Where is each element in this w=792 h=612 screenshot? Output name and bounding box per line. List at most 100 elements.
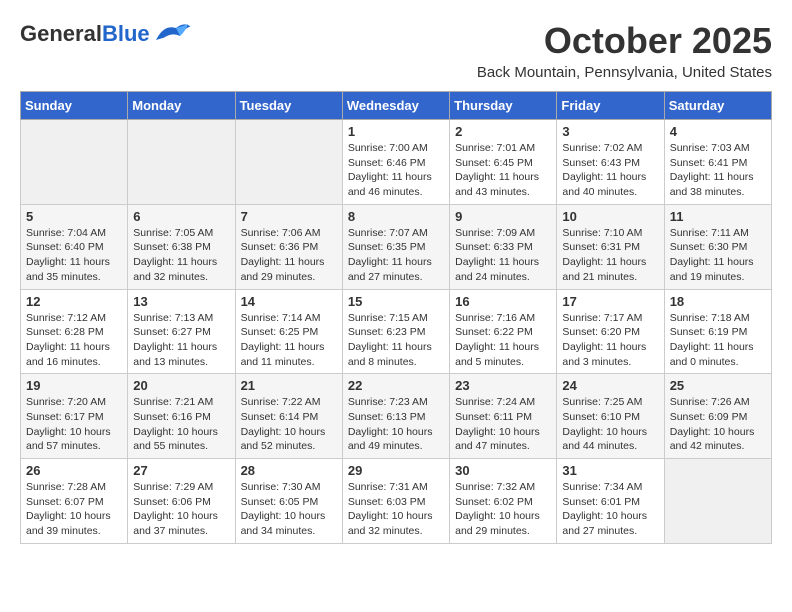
table-row: 6 Sunrise: 7:05 AM Sunset: 6:38 PM Daylig… [128, 204, 235, 289]
day-number: 22 [348, 378, 444, 393]
day-info: Sunrise: 7:02 AM Sunset: 6:43 PM Dayligh… [562, 141, 658, 200]
table-row: 30Sunrise: 7:32 AM Sunset: 6:02 PM Dayli… [450, 459, 557, 544]
day-number: 28 [241, 463, 337, 478]
table-row: 8Sunrise: 7:07 AM Sunset: 6:35 PM Daylig… [342, 204, 449, 289]
table-row: 23 Sunrise: 7:24 AM Sunset: 6:11 PM Dayli… [450, 374, 557, 459]
day-info: Sunrise: 7:14 AM Sunset: 6:25 PM Dayligh… [241, 311, 337, 370]
table-row [128, 120, 235, 205]
day-number: 3 [562, 124, 658, 139]
page-container: GeneralBlue October 2025 Back Mountain, … [0, 0, 792, 554]
day-number: 20 [133, 378, 229, 393]
logo: GeneralBlue [20, 20, 192, 48]
location: Back Mountain, Pennsylvania, United Stat… [477, 64, 772, 81]
table-row: 9Sunrise: 7:09 AM Sunset: 6:33 PM Daylig… [450, 204, 557, 289]
day-info: Sunrise: 7:01 AM Sunset: 6:45 PM Dayligh… [455, 141, 551, 200]
table-row: 21 Sunrise: 7:22 AM Sunset: 6:14 PM Dayli… [235, 374, 342, 459]
day-info: Sunrise: 7:16 AM Sunset: 6:22 PM Dayligh… [455, 311, 551, 370]
table-row: 17 Sunrise: 7:17 AM Sunset: 6:20 PM Dayli… [557, 289, 664, 374]
table-row: 11Sunrise: 7:11 AM Sunset: 6:30 PM Dayli… [664, 204, 771, 289]
day-info: Sunrise: 7:13 AM Sunset: 6:27 PM Dayligh… [133, 311, 229, 370]
day-number: 14 [241, 294, 337, 309]
day-number: 17 [562, 294, 658, 309]
day-info: Sunrise: 7:00 AM Sunset: 6:46 PM Dayligh… [348, 141, 444, 200]
day-info: Sunrise: 7:04 AM Sunset: 6:40 PM Dayligh… [26, 226, 122, 285]
logo-bird-icon [152, 20, 192, 48]
logo-blue: Blue [102, 21, 150, 46]
col-thursday: Thursday [450, 92, 557, 120]
table-row: 15 Sunrise: 7:15 AM Sunset: 6:23 PM Dayli… [342, 289, 449, 374]
day-number: 19 [26, 378, 122, 393]
day-info: Sunrise: 7:30 AM Sunset: 6:05 PM Dayligh… [241, 480, 337, 539]
table-row: 2Sunrise: 7:01 AM Sunset: 6:45 PM Daylig… [450, 120, 557, 205]
day-number: 16 [455, 294, 551, 309]
table-row: 24Sunrise: 7:25 AM Sunset: 6:10 PM Dayli… [557, 374, 664, 459]
day-info: Sunrise: 7:06 AM Sunset: 6:36 PM Dayligh… [241, 226, 337, 285]
header: GeneralBlue October 2025 Back Mountain, … [20, 20, 772, 81]
col-monday: Monday [128, 92, 235, 120]
table-row: 20 Sunrise: 7:21 AM Sunset: 6:16 PM Dayli… [128, 374, 235, 459]
logo-general: General [20, 21, 102, 46]
table-row: 7Sunrise: 7:06 AM Sunset: 6:36 PM Daylig… [235, 204, 342, 289]
col-friday: Friday [557, 92, 664, 120]
calendar-body: 1 Sunrise: 7:00 AM Sunset: 6:46 PM Daylig… [21, 120, 772, 544]
day-info: Sunrise: 7:07 AM Sunset: 6:35 PM Dayligh… [348, 226, 444, 285]
day-number: 27 [133, 463, 229, 478]
table-row: 4 Sunrise: 7:03 AM Sunset: 6:41 PM Daylig… [664, 120, 771, 205]
day-info: Sunrise: 7:05 AM Sunset: 6:38 PM Dayligh… [133, 226, 229, 285]
col-sunday: Sunday [21, 92, 128, 120]
day-info: Sunrise: 7:23 AM Sunset: 6:13 PM Dayligh… [348, 395, 444, 454]
day-number: 5 [26, 209, 122, 224]
day-info: Sunrise: 7:34 AM Sunset: 6:01 PM Dayligh… [562, 480, 658, 539]
day-number: 29 [348, 463, 444, 478]
day-info: Sunrise: 7:15 AM Sunset: 6:23 PM Dayligh… [348, 311, 444, 370]
table-row [21, 120, 128, 205]
day-info: Sunrise: 7:28 AM Sunset: 6:07 PM Dayligh… [26, 480, 122, 539]
day-number: 6 [133, 209, 229, 224]
table-row: 27 Sunrise: 7:29 AM Sunset: 6:06 PM Dayli… [128, 459, 235, 544]
table-row: 10Sunrise: 7:10 AM Sunset: 6:31 PM Dayli… [557, 204, 664, 289]
day-number: 15 [348, 294, 444, 309]
calendar-row: 5 Sunrise: 7:04 AM Sunset: 6:40 PM Daylig… [21, 204, 772, 289]
day-info: Sunrise: 7:29 AM Sunset: 6:06 PM Dayligh… [133, 480, 229, 539]
day-number: 12 [26, 294, 122, 309]
day-info: Sunrise: 7:11 AM Sunset: 6:30 PM Dayligh… [670, 226, 766, 285]
table-row: 28 Sunrise: 7:30 AM Sunset: 6:05 PM Dayli… [235, 459, 342, 544]
table-row [235, 120, 342, 205]
day-number: 4 [670, 124, 766, 139]
table-row: 1 Sunrise: 7:00 AM Sunset: 6:46 PM Daylig… [342, 120, 449, 205]
day-info: Sunrise: 7:24 AM Sunset: 6:11 PM Dayligh… [455, 395, 551, 454]
col-wednesday: Wednesday [342, 92, 449, 120]
day-info: Sunrise: 7:03 AM Sunset: 6:41 PM Dayligh… [670, 141, 766, 200]
day-info: Sunrise: 7:21 AM Sunset: 6:16 PM Dayligh… [133, 395, 229, 454]
calendar-row: 12 Sunrise: 7:12 AM Sunset: 6:28 PM Dayli… [21, 289, 772, 374]
day-info: Sunrise: 7:31 AM Sunset: 6:03 PM Dayligh… [348, 480, 444, 539]
day-info: Sunrise: 7:32 AM Sunset: 6:02 PM Dayligh… [455, 480, 551, 539]
day-number: 25 [670, 378, 766, 393]
table-row: 12 Sunrise: 7:12 AM Sunset: 6:28 PM Dayli… [21, 289, 128, 374]
col-tuesday: Tuesday [235, 92, 342, 120]
day-number: 1 [348, 124, 444, 139]
calendar-table: Sunday Monday Tuesday Wednesday Thursday… [20, 91, 772, 544]
day-info: Sunrise: 7:10 AM Sunset: 6:31 PM Dayligh… [562, 226, 658, 285]
day-number: 31 [562, 463, 658, 478]
day-number: 26 [26, 463, 122, 478]
day-number: 23 [455, 378, 551, 393]
day-number: 21 [241, 378, 337, 393]
table-row: 31 Sunrise: 7:34 AM Sunset: 6:01 PM Dayli… [557, 459, 664, 544]
day-info: Sunrise: 7:22 AM Sunset: 6:14 PM Dayligh… [241, 395, 337, 454]
table-row: 13 Sunrise: 7:13 AM Sunset: 6:27 PM Dayli… [128, 289, 235, 374]
day-info: Sunrise: 7:17 AM Sunset: 6:20 PM Dayligh… [562, 311, 658, 370]
table-row: 18Sunrise: 7:18 AM Sunset: 6:19 PM Dayli… [664, 289, 771, 374]
table-row: 29 Sunrise: 7:31 AM Sunset: 6:03 PM Dayli… [342, 459, 449, 544]
day-number: 13 [133, 294, 229, 309]
table-row [664, 459, 771, 544]
day-info: Sunrise: 7:12 AM Sunset: 6:28 PM Dayligh… [26, 311, 122, 370]
month-title: October 2025 [477, 20, 772, 62]
title-block: October 2025 Back Mountain, Pennsylvania… [477, 20, 772, 81]
table-row: 26 Sunrise: 7:28 AM Sunset: 6:07 PM Dayli… [21, 459, 128, 544]
calendar-row: 19Sunrise: 7:20 AM Sunset: 6:17 PM Dayli… [21, 374, 772, 459]
header-row: Sunday Monday Tuesday Wednesday Thursday… [21, 92, 772, 120]
day-number: 9 [455, 209, 551, 224]
table-row: 19Sunrise: 7:20 AM Sunset: 6:17 PM Dayli… [21, 374, 128, 459]
day-info: Sunrise: 7:25 AM Sunset: 6:10 PM Dayligh… [562, 395, 658, 454]
